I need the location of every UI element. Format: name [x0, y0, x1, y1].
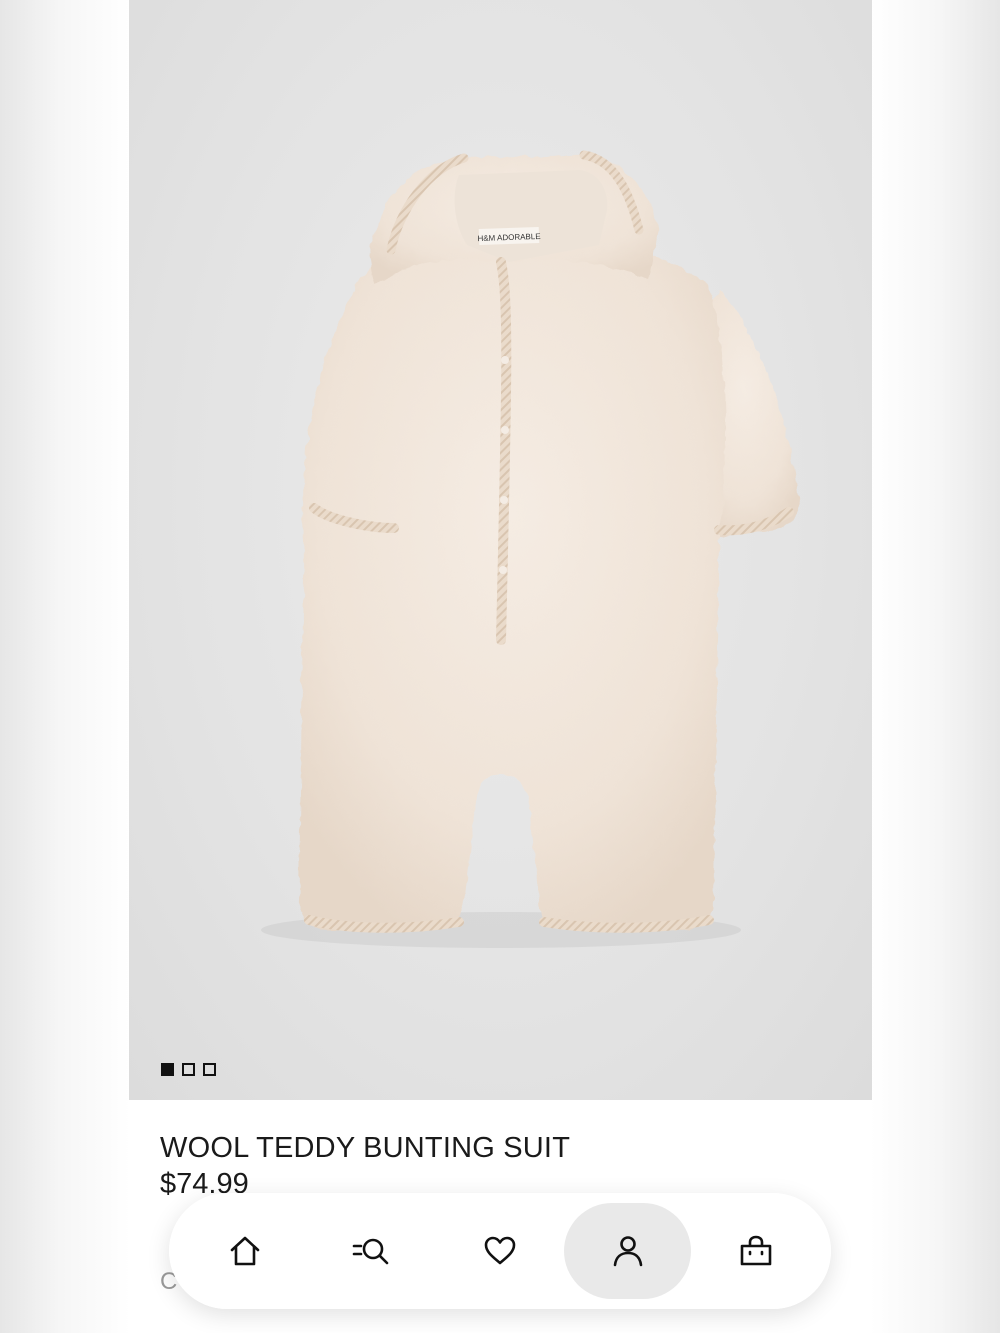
shopping-bag-icon [740, 1235, 771, 1266]
product-page: H&M ADORABLE WOOL TEDDY BUNTING SUIT $74… [129, 0, 872, 1333]
screen: H&M ADORABLE WOOL TEDDY BUNTING SUIT $74… [0, 0, 1000, 1333]
nav-home[interactable] [181, 1203, 308, 1299]
gallery-dot-3[interactable] [203, 1063, 216, 1076]
product-image: H&M ADORABLE [261, 150, 800, 948]
heart-icon [484, 1236, 516, 1265]
user-icon [613, 1236, 643, 1267]
gallery-pagination [161, 1063, 216, 1076]
home-icon [230, 1236, 259, 1266]
product-title: WOOL TEDDY BUNTING SUIT [160, 1132, 571, 1164]
gallery-dot-1[interactable] [161, 1063, 174, 1076]
nav-account[interactable] [564, 1203, 692, 1299]
gallery-dot-2[interactable] [182, 1063, 195, 1076]
search-icon [352, 1238, 389, 1265]
nav-search[interactable] [309, 1203, 436, 1299]
nav-bag[interactable] [692, 1203, 819, 1299]
bottom-nav-bar [169, 1193, 831, 1309]
product-image-gallery[interactable]: H&M ADORABLE [129, 0, 872, 1100]
nav-favorites[interactable] [437, 1203, 564, 1299]
